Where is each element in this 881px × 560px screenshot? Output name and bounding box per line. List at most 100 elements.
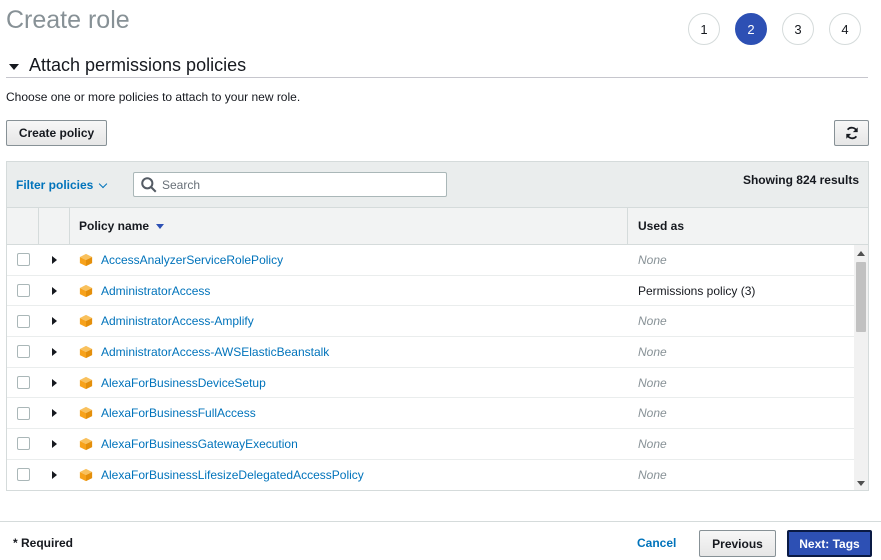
header-select	[7, 208, 39, 244]
scroll-down-icon[interactable]	[857, 481, 865, 486]
chevron-down-icon	[99, 179, 108, 188]
header-expand	[39, 208, 70, 244]
filter-policies-dropdown[interactable]: Filter policies	[16, 178, 108, 192]
row-expand-cell[interactable]	[39, 347, 70, 356]
policy-cube-icon	[79, 407, 93, 420]
expand-caret-icon[interactable]	[52, 378, 57, 387]
refresh-button[interactable]	[834, 120, 869, 146]
table-row[interactable]: AlexaForBusinessFullAccess None	[7, 398, 868, 430]
step-3[interactable]: 3	[782, 13, 814, 45]
next-tags-button[interactable]: Next: Tags	[787, 530, 872, 557]
row-checkbox[interactable]	[16, 468, 30, 482]
row-expand-cell[interactable]	[39, 470, 70, 479]
table-row[interactable]: AlexaForBusinessGatewayExecution None	[7, 429, 868, 460]
expand-caret-icon[interactable]	[52, 286, 57, 295]
row-expand-cell[interactable]	[39, 317, 70, 326]
filter-bar: Filter policies Showing 824 results	[7, 162, 868, 208]
table-scrollbar[interactable]	[854, 245, 868, 490]
policy-cube-icon	[79, 345, 93, 359]
policy-name-link[interactable]: AlexaForBusinessFullAccess	[101, 406, 256, 420]
table-row[interactable]: AdministratorAccess-Amplify None	[7, 306, 868, 338]
used-as-cell: Permissions policy (3)	[628, 284, 868, 298]
search-box[interactable]	[133, 172, 447, 197]
policy-cube-icon	[79, 253, 93, 266]
policy-name-link[interactable]: AdministratorAccess-AWSElasticBeanstalk	[101, 345, 329, 359]
header-policy-name-label: Policy name	[79, 219, 150, 233]
policy-name-cell: AlexaForBusinessGatewayExecution	[70, 437, 628, 451]
policy-name-cell: AlexaForBusinessFullAccess	[70, 406, 628, 420]
used-as-value: None	[638, 375, 667, 390]
row-checkbox[interactable]	[16, 253, 30, 267]
header-policy-name[interactable]: Policy name	[70, 208, 628, 244]
policy-name-cell: AdministratorAccess	[70, 284, 628, 298]
policy-cube-icon	[79, 284, 93, 297]
policy-cube-icon	[79, 437, 93, 451]
row-checkbox[interactable]	[16, 345, 30, 359]
used-as-value: None	[638, 406, 667, 421]
row-checkbox[interactable]	[16, 406, 30, 420]
collapse-caret-icon[interactable]	[9, 63, 19, 70]
policy-name-cell: AlexaForBusinessLifesizeDelegatedAccessP…	[70, 468, 628, 482]
cancel-link[interactable]: Cancel	[637, 536, 676, 550]
header-used-as[interactable]: Used as	[628, 208, 868, 244]
used-as-value: None	[638, 252, 667, 267]
scroll-up-icon[interactable]	[857, 251, 865, 256]
row-select-cell	[7, 345, 39, 359]
row-checkbox[interactable]	[16, 284, 30, 298]
create-policy-button[interactable]: Create policy	[6, 120, 107, 146]
row-checkbox[interactable]	[16, 314, 30, 328]
row-select-cell	[7, 406, 39, 420]
used-as-cell: None	[628, 437, 868, 451]
refresh-icon	[845, 126, 858, 140]
row-expand-cell[interactable]	[39, 439, 70, 448]
row-expand-cell[interactable]	[39, 409, 70, 418]
search-input[interactable]	[162, 177, 442, 192]
policy-cube-icon	[79, 468, 93, 481]
scroll-thumb[interactable]	[856, 262, 866, 332]
section-description: Choose one or more policies to attach to…	[6, 90, 301, 104]
row-checkbox[interactable]	[16, 376, 30, 390]
policy-cube-icon	[79, 315, 93, 328]
policy-name-link[interactable]: AlexaForBusinessDeviceSetup	[101, 376, 266, 390]
policy-name-link[interactable]: AdministratorAccess	[101, 284, 210, 298]
used-as-value: None	[638, 344, 667, 359]
used-as-value: None	[638, 467, 667, 482]
previous-button[interactable]: Previous	[699, 530, 776, 557]
step-1[interactable]: 1	[688, 13, 720, 45]
row-expand-cell[interactable]	[39, 255, 70, 264]
table-row[interactable]: AlexaForBusinessDeviceSetup None	[7, 367, 868, 399]
filter-policies-label: Filter policies	[16, 178, 94, 192]
table-header: Policy name Used as	[7, 208, 868, 245]
policy-name-link[interactable]: AlexaForBusinessLifesizeDelegatedAccessP…	[101, 468, 364, 482]
row-expand-cell[interactable]	[39, 286, 70, 295]
expand-caret-icon[interactable]	[52, 439, 57, 448]
section-title: Attach permissions policies	[29, 55, 247, 75]
section-header[interactable]: Attach permissions policies	[6, 54, 868, 78]
expand-caret-icon[interactable]	[52, 347, 57, 356]
step-4[interactable]: 4	[829, 13, 861, 45]
row-checkbox[interactable]	[16, 437, 30, 451]
step-2[interactable]: 2	[735, 13, 767, 45]
row-expand-cell[interactable]	[39, 378, 70, 387]
table-row[interactable]: AdministratorAccess Permissions policy (3…	[7, 275, 868, 307]
row-select-cell	[7, 284, 39, 298]
expand-caret-icon[interactable]	[52, 255, 57, 264]
row-select-cell	[7, 437, 39, 451]
table-row[interactable]: AlexaForBusinessLifesizeDelegatedAccessP…	[7, 459, 868, 490]
policy-name-cell: AlexaForBusinessDeviceSetup	[70, 376, 628, 390]
row-select-cell	[7, 253, 39, 267]
policy-name-link[interactable]: AccessAnalyzerServiceRolePolicy	[101, 253, 283, 267]
table-row[interactable]: AccessAnalyzerServiceRolePolicy None	[7, 245, 868, 276]
policy-name-link[interactable]: AlexaForBusinessGatewayExecution	[101, 437, 298, 451]
expand-caret-icon[interactable]	[52, 409, 57, 418]
row-select-cell	[7, 314, 39, 328]
search-icon	[141, 176, 157, 192]
expand-caret-icon[interactable]	[52, 470, 57, 479]
expand-caret-icon[interactable]	[52, 317, 57, 326]
sort-desc-icon[interactable]	[156, 224, 165, 229]
policy-cube-icon	[79, 376, 93, 389]
policy-name-link[interactable]: AdministratorAccess-Amplify	[101, 314, 254, 328]
used-as-cell: None	[628, 314, 868, 328]
footer: * Required Cancel Previous Next: Tags	[0, 521, 881, 560]
table-row[interactable]: AdministratorAccess-AWSElasticBeanstalk N…	[7, 337, 868, 368]
